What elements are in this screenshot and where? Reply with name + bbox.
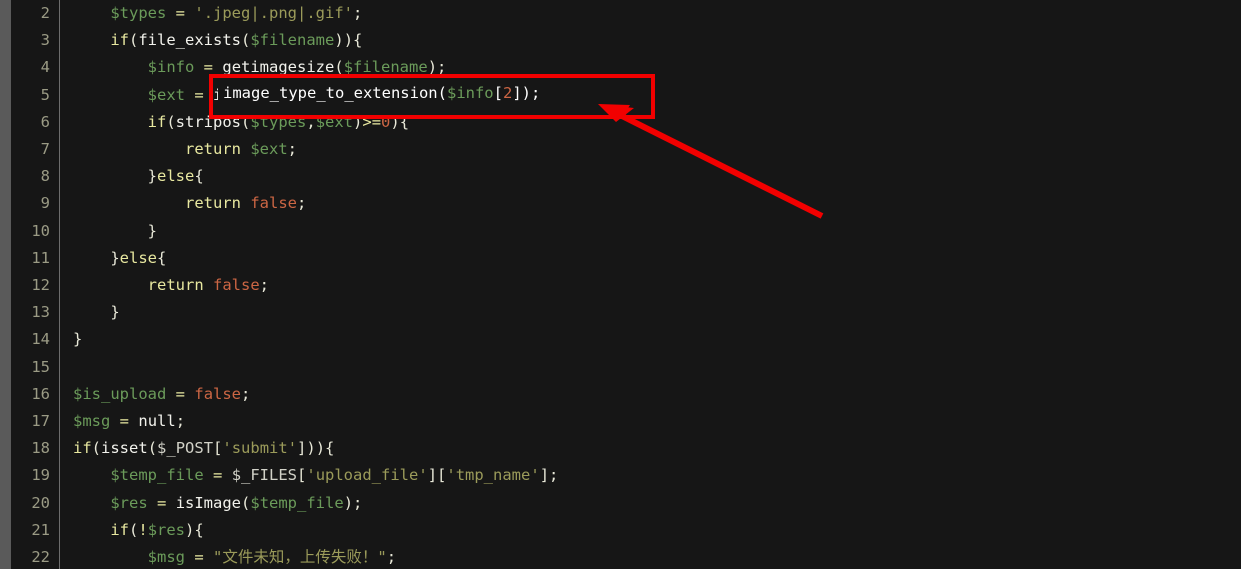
line-number: 10 xyxy=(31,221,50,240)
code-line[interactable]: $is_upload = false; xyxy=(73,381,250,408)
code-line[interactable]: return false; xyxy=(73,190,306,217)
code-line[interactable] xyxy=(73,354,82,381)
token-variable: $types xyxy=(110,4,167,22)
code-line[interactable]: if(!$res){ xyxy=(73,517,203,544)
code-line[interactable]: return $ext; xyxy=(73,136,297,163)
line-number: 18 xyxy=(31,439,50,458)
code-line[interactable]: if(stripos($types,$ext)>=0){ xyxy=(73,109,409,136)
code-content[interactable]: $types = '.jpeg|.png|.gif'; if(file_exis… xyxy=(73,0,1241,569)
line-number: 2 xyxy=(40,4,50,22)
line-number: 3 xyxy=(40,31,50,50)
code-line[interactable]: return false; xyxy=(73,272,269,299)
line-number: 4 xyxy=(40,58,50,77)
line-number: 7 xyxy=(40,140,50,158)
code-line[interactable]: } xyxy=(73,218,157,245)
code-line[interactable]: }else{ xyxy=(73,163,204,190)
line-number: 14 xyxy=(31,330,50,349)
code-line[interactable]: $types = '.jpeg|.png|.gif'; xyxy=(73,0,362,27)
line-number: 11 xyxy=(31,248,50,267)
line-number: 22 xyxy=(31,548,50,566)
line-number: 8 xyxy=(40,167,50,186)
line-number: 16 xyxy=(31,384,50,403)
gutter-divider xyxy=(59,0,60,569)
code-line[interactable]: $info = getimagesize($filename); xyxy=(73,54,447,81)
code-line[interactable]: } xyxy=(73,299,119,326)
code-line[interactable]: if(file_exists($filename)){ xyxy=(73,27,362,54)
line-number: 21 xyxy=(31,520,50,539)
code-line[interactable]: $msg = null; xyxy=(73,408,185,435)
line-number: 17 xyxy=(31,412,50,430)
token-string: '.jpeg|.png|.gif' xyxy=(194,4,353,22)
code-line[interactable]: }else{ xyxy=(73,245,166,272)
line-number-gutter: 2 3 4 5 6 7 8 9 10 11 12 13 14 15 16 17 … xyxy=(11,0,59,569)
code-line[interactable]: } xyxy=(73,326,82,353)
line-number: 19 xyxy=(31,466,50,485)
code-line[interactable]: $ext = image_type_to_extension($info[2])… xyxy=(73,82,531,109)
line-number: 6 xyxy=(40,112,50,131)
token-string-chinese: "文件未知，上传失败！" xyxy=(213,548,387,566)
line-number: 13 xyxy=(31,303,50,322)
code-editor-screenshot: 2 3 4 5 6 7 8 9 10 11 12 13 14 15 16 17 … xyxy=(0,0,1241,569)
line-number: 12 xyxy=(31,276,50,294)
code-line[interactable]: $res = isImage($temp_file); xyxy=(73,490,362,517)
line-number: 15 xyxy=(31,357,50,376)
code-line[interactable]: if(isset($_POST['submit'])){ xyxy=(73,435,334,462)
line-number: 20 xyxy=(31,493,50,512)
editor-pane[interactable]: 2 3 4 5 6 7 8 9 10 11 12 13 14 15 16 17 … xyxy=(11,0,1241,569)
line-number: 5 xyxy=(40,85,50,104)
code-line[interactable]: $temp_file = $_FILES['upload_file']['tmp… xyxy=(73,462,558,489)
line-number: 9 xyxy=(40,194,50,213)
code-line[interactable]: $msg = "文件未知，上传失败！"; xyxy=(73,544,396,569)
